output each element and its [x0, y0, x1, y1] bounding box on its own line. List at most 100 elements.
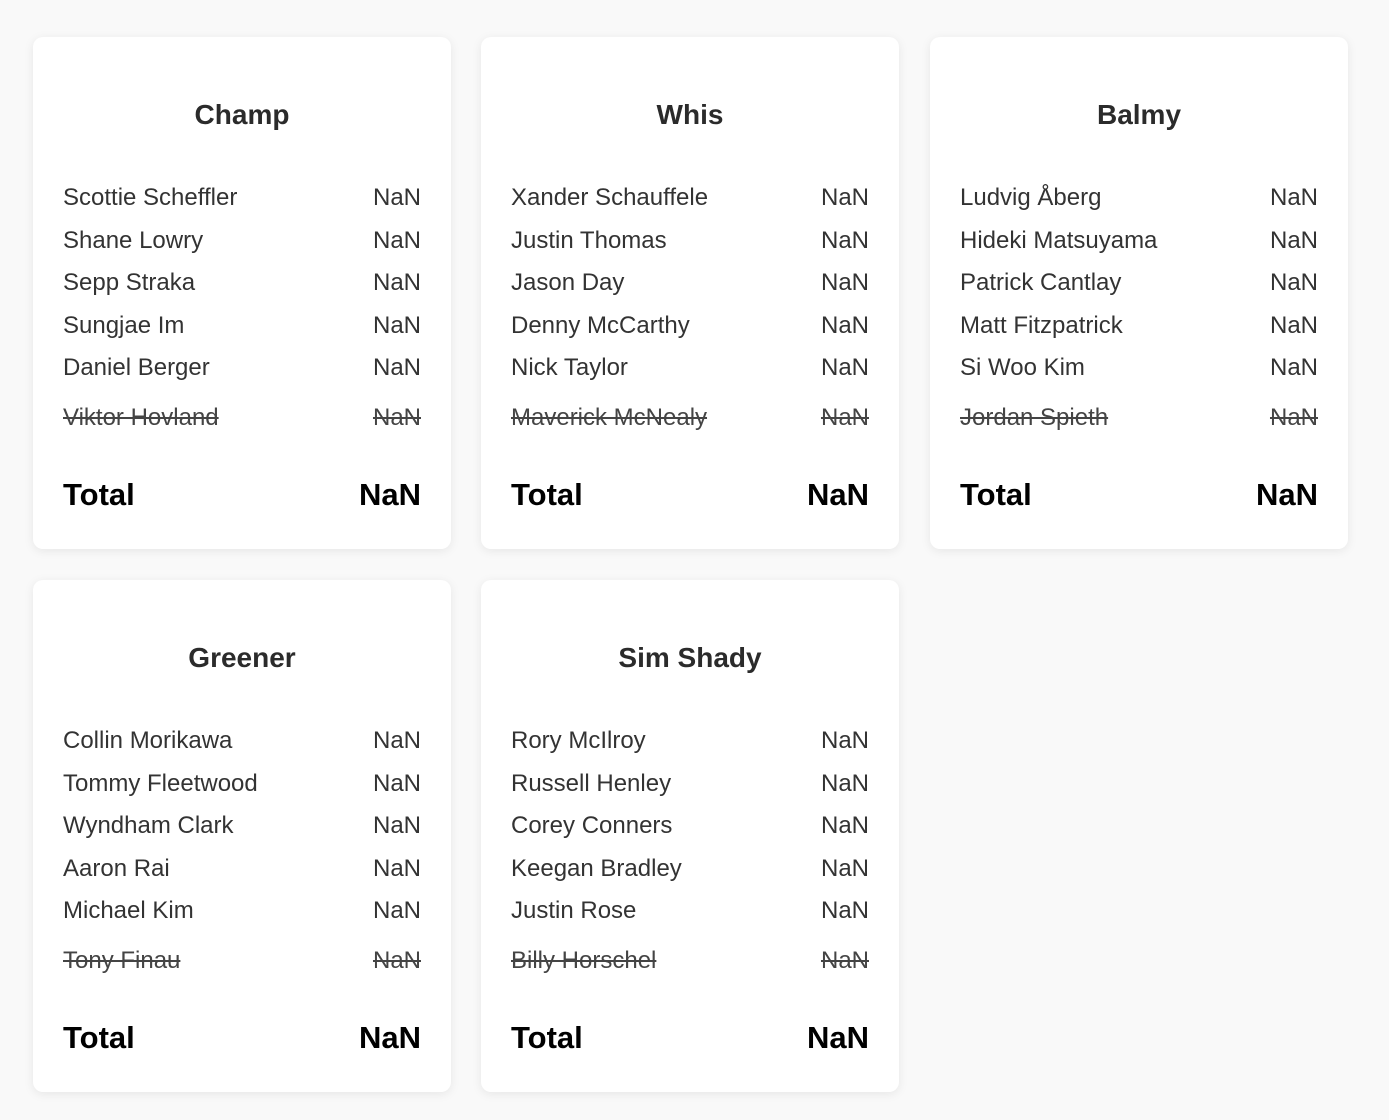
player-row: Keegan Bradley NaN: [511, 848, 869, 891]
player-name: Russell Henley: [511, 769, 672, 797]
total-label: Total: [511, 477, 583, 512]
cut-player-name: Maverick McNealy: [511, 403, 708, 431]
player-row: Sepp Straka NaN: [63, 262, 421, 305]
player-score: NaN: [820, 269, 869, 297]
player-score: NaN: [372, 184, 421, 212]
player-score: NaN: [820, 226, 869, 254]
player-name: Justin Thomas: [511, 226, 667, 254]
total-row: Total NaN: [511, 1018, 869, 1058]
player-row: Matt Fitzpatrick NaN: [960, 305, 1318, 348]
player-list: Collin Morikawa NaN Tommy Fleetwood NaN …: [63, 720, 421, 982]
player-score: NaN: [820, 769, 869, 797]
team-card: Sim Shady Rory McIlroy NaN Russell Henle…: [481, 580, 899, 1092]
player-score: NaN: [372, 354, 421, 382]
player-list: Xander Schauffele NaN Justin Thomas NaN …: [511, 177, 869, 439]
total-label: Total: [511, 1020, 583, 1055]
cut-player-row: Maverick McNealy NaN: [511, 397, 869, 440]
player-row: Sungjae Im NaN: [63, 305, 421, 348]
total-row: Total NaN: [63, 1018, 421, 1058]
player-score: NaN: [820, 727, 869, 755]
player-list: Ludvig Åberg NaN Hideki Matsuyama NaN Pa…: [960, 177, 1318, 439]
total-value: NaN: [358, 477, 421, 512]
player-score: NaN: [372, 269, 421, 297]
player-row: Jason Day NaN: [511, 262, 869, 305]
player-score: NaN: [372, 311, 421, 339]
player-name: Xander Schauffele: [511, 184, 709, 212]
player-score: NaN: [820, 854, 869, 882]
team-card: Champ Scottie Scheffler NaN Shane Lowry …: [33, 37, 451, 549]
player-name: Scottie Scheffler: [63, 184, 238, 212]
player-score: NaN: [372, 897, 421, 925]
player-name: Aaron Rai: [63, 854, 170, 882]
player-row: Si Woo Kim NaN: [960, 347, 1318, 390]
player-name: Nick Taylor: [511, 354, 628, 382]
player-row: Corey Conners NaN: [511, 805, 869, 848]
player-row: Aaron Rai NaN: [63, 848, 421, 891]
player-name: Collin Morikawa: [63, 727, 233, 755]
cut-player-score: NaN: [820, 946, 869, 974]
team-card: Greener Collin Morikawa NaN Tommy Fleetw…: [33, 580, 451, 1092]
player-score: NaN: [372, 812, 421, 840]
player-score: NaN: [820, 897, 869, 925]
player-name: Rory McIlroy: [511, 727, 646, 755]
player-name: Daniel Berger: [63, 354, 210, 382]
player-row: Justin Rose NaN: [511, 890, 869, 933]
player-score: NaN: [820, 311, 869, 339]
player-row: Daniel Berger NaN: [63, 347, 421, 390]
player-row: Patrick Cantlay NaN: [960, 262, 1318, 305]
cut-player-name: Jordan Spieth: [960, 403, 1109, 431]
team-card: Balmy Ludvig Åberg NaN Hideki Matsuyama …: [930, 37, 1348, 549]
cut-player-score: NaN: [1269, 403, 1318, 431]
player-name: Michael Kim: [63, 897, 194, 925]
cut-player-name: Tony Finau: [63, 946, 181, 974]
player-score: NaN: [1269, 226, 1318, 254]
player-row: Ludvig Åberg NaN: [960, 177, 1318, 220]
player-name: Wyndham Clark: [63, 812, 234, 840]
player-score: NaN: [372, 727, 421, 755]
player-name: Keegan Bradley: [511, 854, 682, 882]
player-row: Justin Thomas NaN: [511, 220, 869, 263]
player-score: NaN: [1269, 354, 1318, 382]
team-name: Whis: [656, 99, 724, 130]
player-score: NaN: [820, 354, 869, 382]
player-row: Hideki Matsuyama NaN: [960, 220, 1318, 263]
cut-player-row: Tony Finau NaN: [63, 940, 421, 983]
total-value: NaN: [358, 1020, 421, 1055]
total-label: Total: [63, 1020, 135, 1055]
player-row: Russell Henley NaN: [511, 763, 869, 806]
player-name: Patrick Cantlay: [960, 269, 1122, 297]
total-value: NaN: [806, 477, 869, 512]
team-name: Greener: [188, 642, 296, 673]
player-score: NaN: [372, 226, 421, 254]
player-name: Justin Rose: [511, 897, 637, 925]
total-label: Total: [960, 477, 1032, 512]
player-name: Corey Conners: [511, 812, 673, 840]
total-row: Total NaN: [511, 475, 869, 515]
cut-player-name: Viktor Hovland: [63, 403, 219, 431]
player-list: Scottie Scheffler NaN Shane Lowry NaN Se…: [63, 177, 421, 439]
player-row: Nick Taylor NaN: [511, 347, 869, 390]
player-row: Michael Kim NaN: [63, 890, 421, 933]
player-score: NaN: [820, 812, 869, 840]
player-score: NaN: [1269, 269, 1318, 297]
team-name: Sim Shady: [618, 642, 762, 673]
player-name: Jason Day: [511, 269, 625, 297]
total-value: NaN: [806, 1020, 869, 1055]
player-name: Si Woo Kim: [960, 354, 1085, 382]
player-score: NaN: [1269, 184, 1318, 212]
player-name: Shane Lowry: [63, 226, 204, 254]
player-row: Collin Morikawa NaN: [63, 720, 421, 763]
player-name: Matt Fitzpatrick: [960, 311, 1123, 339]
player-row: Rory McIlroy NaN: [511, 720, 869, 763]
player-name: Tommy Fleetwood: [63, 769, 258, 797]
player-row: Scottie Scheffler NaN: [63, 177, 421, 220]
cut-player-name: Billy Horschel: [511, 946, 657, 974]
team-name: Balmy: [1096, 99, 1182, 130]
player-name: Denny McCarthy: [511, 311, 690, 339]
player-row: Xander Schauffele NaN: [511, 177, 869, 220]
team-grid: Champ Scottie Scheffler NaN Shane Lowry …: [0, 0, 1389, 1120]
player-row: Denny McCarthy NaN: [511, 305, 869, 348]
total-value: NaN: [1255, 477, 1318, 512]
player-score: NaN: [820, 184, 869, 212]
total-row: Total NaN: [63, 475, 421, 515]
